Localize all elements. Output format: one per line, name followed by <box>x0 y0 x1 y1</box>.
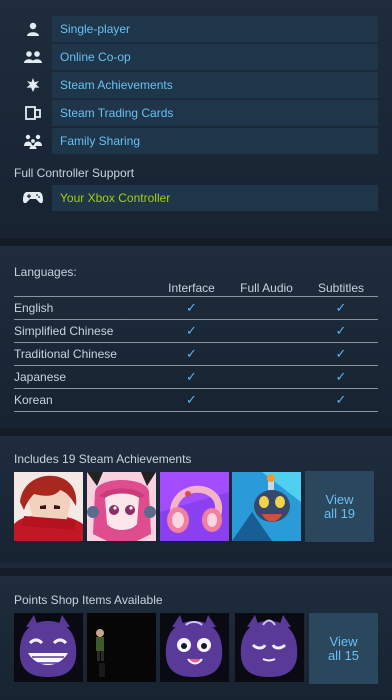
feature-label[interactable]: Steam Achievements <box>52 72 378 98</box>
table-row: Korean ✓ ✓ <box>14 388 378 412</box>
achievement-thumbnail[interactable] <box>87 472 156 541</box>
points-item-thumbnail[interactable] <box>14 613 83 682</box>
col-full-audio: Full Audio <box>229 280 304 297</box>
audio-cell <box>229 296 304 320</box>
languages-heading: Languages: <box>14 265 77 279</box>
achievements-heading: Includes 19 Steam Achievements <box>14 452 192 466</box>
users-icon <box>14 44 52 70</box>
check-icon: ✓ <box>335 345 347 361</box>
check-icon: ✓ <box>335 299 347 315</box>
feature-trading-cards[interactable]: Steam Trading Cards <box>14 100 378 126</box>
controller-support-heading: Full Controller Support <box>14 166 135 180</box>
check-icon: ✓ <box>335 391 347 407</box>
achievement-thumbnail[interactable] <box>14 472 83 541</box>
check-icon: ✓ <box>186 368 197 384</box>
subtitles-cell: ✓ <box>304 296 378 320</box>
section-divider <box>0 428 392 436</box>
view-all-line1: View <box>325 491 354 507</box>
table-row: English ✓ ✓ <box>14 296 378 320</box>
col-subtitles: Subtitles <box>304 280 378 297</box>
table-row: Simplified Chinese ✓ ✓ <box>14 319 378 343</box>
points-item-thumbnail[interactable] <box>160 613 229 682</box>
interface-cell: ✓ <box>154 319 229 343</box>
points-item-thumbnail[interactable] <box>235 613 304 682</box>
trading-cards-icon <box>14 100 52 126</box>
audio-cell <box>229 319 304 343</box>
audio-cell <box>229 365 304 389</box>
subtitles-cell: ✓ <box>304 365 378 389</box>
interface-cell: ✓ <box>154 388 229 412</box>
subtitles-cell: ✓ <box>304 342 378 366</box>
achievement-thumbnail[interactable] <box>232 472 301 541</box>
view-all-points-items-button[interactable]: View all 15 <box>309 613 378 684</box>
feature-label[interactable]: Family Sharing <box>52 128 378 154</box>
interface-cell: ✓ <box>154 365 229 389</box>
view-all-line2: all 19 <box>323 505 356 521</box>
view-all-line2: all 15 <box>327 647 360 663</box>
audio-cell <box>229 342 304 366</box>
points-item-thumbnail[interactable] <box>87 613 156 682</box>
language-name: Traditional Chinese <box>14 342 154 366</box>
feature-single-player[interactable]: Single-player <box>14 16 378 42</box>
feature-family-sharing[interactable]: Family Sharing <box>14 128 378 154</box>
feature-label[interactable]: Online Co-op <box>52 44 378 70</box>
feature-steam-achievements[interactable]: Steam Achievements <box>14 72 378 98</box>
table-row: Japanese ✓ ✓ <box>14 365 378 389</box>
subtitles-cell: ✓ <box>304 319 378 343</box>
view-all-achievements-button[interactable]: View all 19 <box>305 471 374 542</box>
achievement-thumbnail[interactable] <box>160 472 229 541</box>
interface-cell: ✓ <box>154 296 229 320</box>
achievement-star-icon <box>14 72 52 98</box>
languages-table: Interface Full Audio Subtitles English ✓… <box>14 280 378 412</box>
feature-online-coop[interactable]: Online Co-op <box>14 44 378 70</box>
col-interface: Interface <box>154 280 229 297</box>
language-name: Simplified Chinese <box>14 319 154 343</box>
check-icon: ✓ <box>186 299 197 315</box>
check-icon: ✓ <box>335 368 347 384</box>
language-name: English <box>14 296 154 320</box>
controller-row[interactable]: Your Xbox Controller <box>14 185 378 211</box>
check-icon: ✓ <box>335 322 347 338</box>
family-icon <box>14 128 52 154</box>
feature-label[interactable]: Steam Trading Cards <box>52 100 378 126</box>
check-icon: ✓ <box>186 322 197 338</box>
language-name: Korean <box>14 388 154 412</box>
lang-col-blank <box>14 280 154 297</box>
check-icon: ✓ <box>186 345 197 361</box>
section-divider <box>0 568 392 576</box>
audio-cell <box>229 388 304 412</box>
gamepad-icon <box>14 185 52 211</box>
feature-label[interactable]: Single-player <box>52 16 378 42</box>
subtitles-cell: ✓ <box>304 388 378 412</box>
check-icon: ✓ <box>186 391 197 407</box>
interface-cell: ✓ <box>154 342 229 366</box>
controller-label[interactable]: Your Xbox Controller <box>52 185 378 211</box>
language-name: Japanese <box>14 365 154 389</box>
section-divider <box>0 238 392 246</box>
points-shop-heading: Points Shop Items Available <box>14 593 163 607</box>
table-row: Traditional Chinese ✓ ✓ <box>14 342 378 366</box>
user-icon <box>14 16 52 42</box>
view-all-line1: View <box>329 633 358 649</box>
